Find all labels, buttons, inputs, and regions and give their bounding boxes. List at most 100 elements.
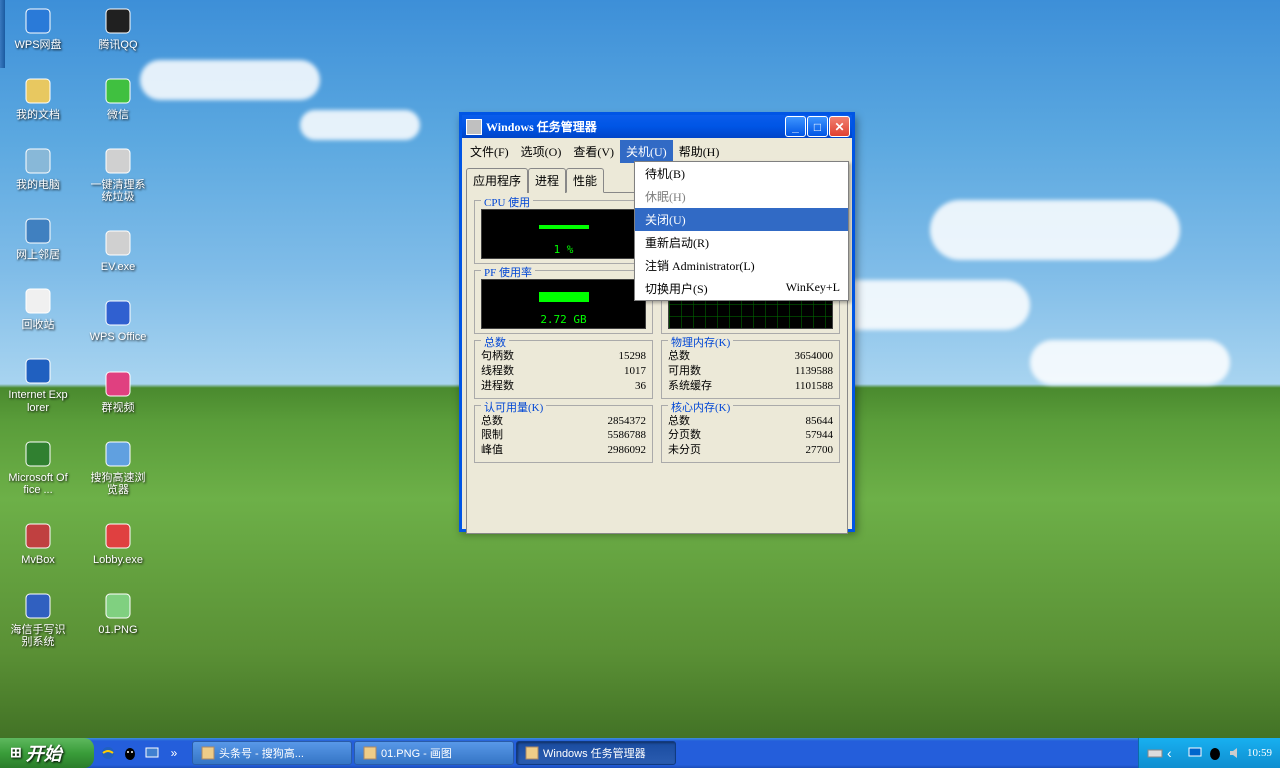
icon-label: Lobby.exe <box>93 554 143 566</box>
menu-item-切换用户[interactable]: 切换用户(S)WinKey+L <box>635 277 848 300</box>
kernel-memory-box: 核心内存(K) 总数85644 分页数57944 未分页27700 <box>661 405 840 464</box>
tencent-qq-icon <box>102 5 134 37</box>
desktop-icon-my-documents[interactable]: 我的文档 <box>8 75 68 121</box>
wechat-icon <box>102 75 134 107</box>
icon-label: 搜狗高速浏览器 <box>88 472 148 496</box>
label: 分页数 <box>668 428 701 443</box>
label: 限制 <box>481 428 503 443</box>
titlebar[interactable]: Windows 任务管理器 _ □ ✕ <box>459 112 855 138</box>
taskbar-item[interactable]: 头条号 - 搜狗高... <box>192 741 352 765</box>
desktop-icon-cleanup[interactable]: 一键清理系统垃圾 <box>88 145 148 203</box>
keyboard-icon[interactable] <box>1147 745 1163 761</box>
tray-chevron-icon[interactable]: ‹ <box>1167 745 1183 761</box>
decoration <box>1030 340 1230 385</box>
label: 关闭(U) <box>645 211 686 228</box>
label: 总数 <box>481 414 503 429</box>
value: 27700 <box>806 443 834 458</box>
group-video-icon <box>102 368 134 400</box>
internet-explorer-icon <box>22 355 54 387</box>
menu-查看[interactable]: 查看(V) <box>567 140 620 163</box>
desktop-icon-my-computer[interactable]: 我的电脑 <box>8 145 68 191</box>
label: 休眠(H) <box>645 188 686 205</box>
desktop-icon-wps-cloud[interactable]: WPS网盘 <box>8 5 68 51</box>
task-label: 01.PNG - 画图 <box>381 745 452 761</box>
ev-exe-icon <box>102 227 134 259</box>
value: 1101588 <box>795 379 833 394</box>
volume-icon[interactable] <box>1227 745 1243 761</box>
label: 核心内存(K) <box>668 399 733 415</box>
clock[interactable]: 10:59 <box>1247 747 1272 759</box>
icon-label: 我的文档 <box>16 109 60 121</box>
menu-选项[interactable]: 选项(O) <box>515 140 568 163</box>
desktop-icon-ms-office[interactable]: Microsoft Office ... <box>8 438 68 496</box>
menu-item-待机[interactable]: 待机(B) <box>635 162 848 185</box>
desktop-icon-ev-exe[interactable]: EV.exe <box>88 227 148 273</box>
ie-icon[interactable] <box>98 743 118 763</box>
desktop-icon-network-places[interactable]: 网上邻居 <box>8 215 68 261</box>
menu-帮助[interactable]: 帮助(H) <box>673 140 726 163</box>
desktop-icon-sogou-browser[interactable]: 搜狗高速浏览器 <box>88 438 148 496</box>
task-manager-window: Windows 任务管理器 _ □ ✕ 文件(F)选项(O)查看(V)关机(U)… <box>459 115 855 532</box>
taskbar-item[interactable]: 01.PNG - 画图 <box>354 741 514 765</box>
value: 2854372 <box>608 414 647 429</box>
icon-label: Internet Explorer <box>8 389 68 413</box>
physical-memory-box: 物理内存(K) 总数3654000 可用数1139588 系统缓存1101588 <box>661 340 840 399</box>
sidebar-handle[interactable] <box>0 0 5 68</box>
desktop-icon-wechat[interactable]: 微信 <box>88 75 148 121</box>
start-button[interactable]: ⊞ 开始 <box>0 738 94 768</box>
tab-应用程序[interactable]: 应用程序 <box>466 168 528 193</box>
menu-关机[interactable]: 关机(U) <box>620 140 673 163</box>
icon-label: MvBox <box>21 554 55 566</box>
menu-item-关闭[interactable]: 关闭(U) <box>635 208 848 231</box>
task-icon <box>201 746 215 760</box>
value: 85644 <box>806 414 834 429</box>
label: 句柄数 <box>481 349 514 364</box>
qq-icon[interactable] <box>120 743 140 763</box>
value: 1139588 <box>795 364 833 379</box>
value: 36 <box>635 379 646 394</box>
value: 15298 <box>619 349 647 364</box>
desktop-icon-mvbox[interactable]: MvBox <box>8 520 68 566</box>
icon-label: 回收站 <box>22 319 55 331</box>
label: 总数 <box>668 414 690 429</box>
desktop-icon-internet-explorer[interactable]: Internet Explorer <box>8 355 68 413</box>
maximize-button[interactable]: □ <box>807 116 828 137</box>
monitor-icon[interactable] <box>1187 745 1203 761</box>
qq-tray-icon[interactable] <box>1207 745 1223 761</box>
value: 3654000 <box>795 349 834 364</box>
recycle-bin-icon <box>22 285 54 317</box>
menu-文件[interactable]: 文件(F) <box>464 140 515 163</box>
label: 总数 <box>668 349 690 364</box>
desktop-icon-recycle-bin[interactable]: 回收站 <box>8 285 68 331</box>
icon-label: 我的电脑 <box>16 179 60 191</box>
desktop-icon-png-file[interactable]: 01.PNG <box>88 590 148 636</box>
lobby-exe-icon <box>102 520 134 552</box>
label: 物理内存(K) <box>668 334 733 350</box>
decoration <box>930 200 1180 260</box>
wps-cloud-icon <box>22 5 54 37</box>
label: CPU 使用 <box>481 194 533 210</box>
tab-性能[interactable]: 性能 <box>566 168 604 193</box>
icon-label: WPS Office <box>90 331 147 343</box>
close-button[interactable]: ✕ <box>829 116 850 137</box>
decoration <box>140 60 320 100</box>
desktop-icon-handwriting[interactable]: 海信手写识别系统 <box>8 590 68 648</box>
minimize-button[interactable]: _ <box>785 116 806 137</box>
desktop-icon-lobby-exe[interactable]: Lobby.exe <box>88 520 148 566</box>
menu-item-重新启动[interactable]: 重新启动(R) <box>635 231 848 254</box>
desktop-icon[interactable] <box>142 743 162 763</box>
menu-item-注销 Administrator[interactable]: 注销 Administrator(L) <box>635 254 848 277</box>
taskbar-item[interactable]: Windows 任务管理器 <box>516 741 676 765</box>
tab-进程[interactable]: 进程 <box>528 168 566 193</box>
icon-label: EV.exe <box>101 261 135 273</box>
desktop-icon-tencent-qq[interactable]: 腾讯QQ <box>88 5 148 51</box>
icon-label: 01.PNG <box>98 624 137 636</box>
label: 峰值 <box>481 443 503 458</box>
desktop[interactable]: WPS网盘我的文档我的电脑网上邻居回收站 Internet Explorer Mic… <box>8 5 148 648</box>
desktop-icon-group-video[interactable]: 群视频 <box>88 368 148 414</box>
cpu-usage-box: CPU 使用 1 % <box>474 200 653 264</box>
desktop-icon-wps-office[interactable]: WPS Office <box>88 297 148 343</box>
quick-launch-chevron-icon[interactable]: » <box>164 743 184 763</box>
label: 可用数 <box>668 364 701 379</box>
icon-label: Microsoft Office ... <box>8 472 68 496</box>
